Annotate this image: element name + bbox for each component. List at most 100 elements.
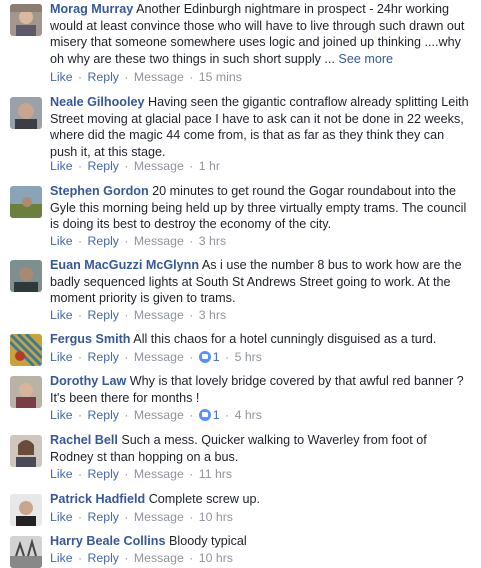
avatar[interactable] bbox=[10, 376, 42, 408]
message-link[interactable]: Message bbox=[134, 159, 184, 173]
separator: · bbox=[77, 308, 83, 322]
avatar[interactable] bbox=[10, 186, 42, 218]
separator: · bbox=[189, 234, 194, 248]
comment-actions: Like · Reply · Message · 10 hrs bbox=[50, 551, 233, 565]
comment-actions: Like · Reply · Message · 1 · 5 hrs bbox=[50, 350, 262, 364]
reply-link[interactable]: Reply bbox=[88, 159, 119, 173]
like-link[interactable]: Like bbox=[50, 510, 73, 524]
comment-author[interactable]: Dorothy Law bbox=[50, 374, 126, 388]
separator: · bbox=[124, 408, 129, 422]
separator: · bbox=[77, 234, 83, 248]
comment-author[interactable]: Neale Gilhooley bbox=[50, 95, 144, 109]
comment-author[interactable]: Fergus Smith bbox=[50, 332, 130, 346]
separator: · bbox=[189, 70, 194, 84]
separator: · bbox=[124, 308, 129, 322]
comment-text: Complete screw up. bbox=[148, 492, 260, 506]
comment-author[interactable]: Stephen Gordon bbox=[50, 184, 149, 198]
like-link[interactable]: Like bbox=[50, 350, 73, 364]
comment-time[interactable]: 5 hrs bbox=[235, 350, 262, 364]
comment-text: Bloody typical bbox=[169, 534, 247, 548]
comment-time[interactable]: 11 hrs bbox=[199, 467, 232, 481]
comment-time[interactable]: 10 hrs bbox=[199, 510, 233, 524]
reply-link[interactable]: Reply bbox=[88, 551, 119, 565]
reply-link[interactable]: Reply bbox=[88, 408, 119, 422]
like-link[interactable]: Like bbox=[50, 551, 73, 565]
like-count[interactable]: 1 bbox=[213, 408, 220, 422]
see-more-link[interactable]: See more bbox=[338, 52, 393, 66]
avatar[interactable] bbox=[10, 260, 42, 292]
comment-author[interactable]: Morag Murray bbox=[50, 2, 133, 16]
comment-actions: Like · Reply · Message · 11 hrs bbox=[50, 467, 232, 481]
separator: · bbox=[225, 408, 230, 422]
like-link[interactable]: Like bbox=[50, 159, 73, 173]
like-reaction-icon[interactable] bbox=[198, 409, 211, 421]
comment-time[interactable]: 3 hrs bbox=[199, 308, 226, 322]
message-link[interactable]: Message bbox=[134, 70, 184, 84]
reply-link[interactable]: Reply bbox=[88, 308, 119, 322]
separator: · bbox=[124, 159, 129, 173]
separator: · bbox=[189, 467, 194, 481]
reply-link[interactable]: Reply bbox=[88, 510, 119, 524]
avatar[interactable] bbox=[10, 494, 42, 526]
message-link[interactable]: Message bbox=[134, 234, 184, 248]
like-link[interactable]: Like bbox=[50, 467, 73, 481]
reply-link[interactable]: Reply bbox=[88, 234, 119, 248]
message-link[interactable]: Message bbox=[134, 408, 184, 422]
like-link[interactable]: Like bbox=[50, 308, 73, 322]
comment-actions: Like · Reply · Message · 15 mins bbox=[50, 70, 242, 84]
message-link[interactable]: Message bbox=[134, 308, 184, 322]
like-link[interactable]: Like bbox=[50, 70, 73, 84]
separator: · bbox=[189, 408, 194, 422]
separator: · bbox=[124, 467, 129, 481]
separator: · bbox=[189, 551, 194, 565]
avatar[interactable] bbox=[10, 536, 42, 568]
separator: · bbox=[124, 234, 129, 248]
separator: · bbox=[124, 510, 129, 524]
separator: · bbox=[77, 350, 83, 364]
like-reaction-icon[interactable] bbox=[198, 351, 211, 363]
comment-actions: Like · Reply · Message · 3 hrs bbox=[50, 308, 226, 322]
comment-time[interactable]: 1 hr bbox=[199, 159, 220, 173]
separator: · bbox=[124, 551, 129, 565]
comment-author[interactable]: Harry Beale Collins bbox=[50, 534, 166, 548]
separator: · bbox=[189, 350, 194, 364]
separator: · bbox=[77, 408, 83, 422]
comment-actions: Like · Reply · Message · 1 · 4 hrs bbox=[50, 408, 262, 422]
separator: · bbox=[77, 70, 83, 84]
separator: · bbox=[77, 551, 83, 565]
separator: · bbox=[77, 467, 83, 481]
comment-time[interactable]: 4 hrs bbox=[235, 408, 262, 422]
comment-author[interactable]: Patrick Hadfield bbox=[50, 492, 145, 506]
avatar[interactable] bbox=[10, 4, 42, 36]
separator: · bbox=[77, 159, 83, 173]
reply-link[interactable]: Reply bbox=[88, 70, 119, 84]
separator: · bbox=[189, 159, 194, 173]
comment-time[interactable]: 15 mins bbox=[199, 70, 242, 84]
like-count[interactable]: 1 bbox=[213, 350, 220, 364]
like-link[interactable]: Like bbox=[50, 234, 73, 248]
like-link[interactable]: Like bbox=[50, 408, 73, 422]
separator: · bbox=[189, 510, 194, 524]
separator: · bbox=[124, 350, 129, 364]
comment-time[interactable]: 3 hrs bbox=[199, 234, 226, 248]
avatar[interactable] bbox=[10, 435, 42, 467]
comment-actions: Like · Reply · Message · 3 hrs bbox=[50, 234, 226, 248]
message-link[interactable]: Message bbox=[134, 551, 184, 565]
comment-actions: Like · Reply · Message · 10 hrs bbox=[50, 510, 233, 524]
separator: · bbox=[225, 350, 230, 364]
avatar[interactable] bbox=[10, 334, 42, 366]
message-link[interactable]: Message bbox=[134, 510, 184, 524]
separator: · bbox=[77, 510, 83, 524]
separator: · bbox=[124, 70, 129, 84]
message-link[interactable]: Message bbox=[134, 467, 184, 481]
message-link[interactable]: Message bbox=[134, 350, 184, 364]
comment-text: All this chaos for a hotel cunningly dis… bbox=[133, 332, 437, 346]
reply-link[interactable]: Reply bbox=[88, 467, 119, 481]
comment-author[interactable]: Rachel Bell bbox=[50, 433, 118, 447]
separator: · bbox=[189, 308, 194, 322]
reply-link[interactable]: Reply bbox=[88, 350, 119, 364]
comment-time[interactable]: 10 hrs bbox=[199, 551, 233, 565]
comment-author[interactable]: Euan MacGuzzi McGlynn bbox=[50, 258, 199, 272]
comment-actions: Like · Reply · Message · 1 hr bbox=[50, 159, 220, 173]
avatar[interactable] bbox=[10, 97, 42, 129]
